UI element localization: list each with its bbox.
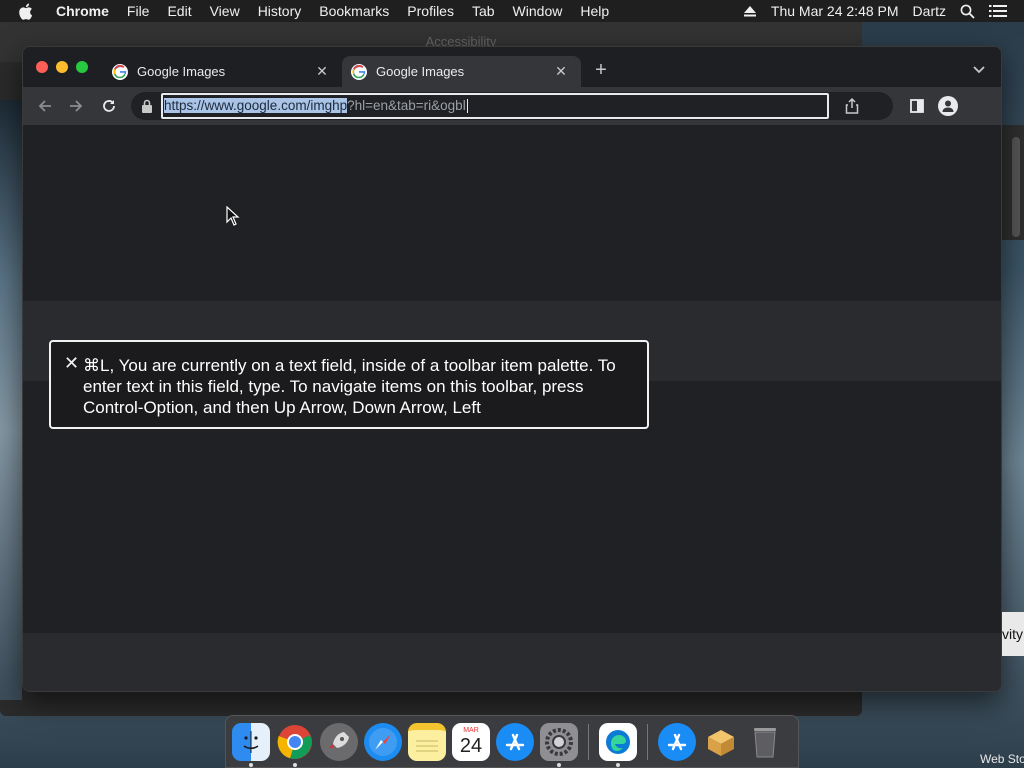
dock-notes[interactable] (408, 722, 446, 761)
voiceover-close-icon[interactable]: ✕ (64, 354, 79, 372)
side-panel-icon[interactable] (910, 99, 924, 113)
google-favicon-icon (112, 63, 128, 80)
dock-separator (588, 723, 589, 760)
chrome-icon (277, 724, 312, 759)
control-center-icon[interactable] (982, 4, 1014, 18)
menu-profiles[interactable]: Profiles (398, 0, 463, 22)
calendar-month: MAR (463, 727, 479, 734)
share-icon[interactable] (845, 98, 859, 114)
rocket-icon (329, 731, 349, 748)
content-band (23, 633, 1001, 691)
finder-icon (243, 730, 259, 753)
menu-file[interactable]: File (118, 0, 159, 22)
mouse-cursor-icon (226, 206, 240, 226)
google-favicon-icon (351, 63, 367, 80)
apple-menu-icon[interactable] (18, 3, 40, 20)
menu-history[interactable]: History (249, 0, 311, 22)
menu-bookmarks[interactable]: Bookmarks (310, 0, 398, 22)
tab-title: Google Images (137, 64, 226, 79)
menu-edit[interactable]: Edit (158, 0, 200, 22)
url-input[interactable]: https://www.google.com/imghp?hl=en&tab=r… (161, 93, 829, 119)
url-selected-text: https://www.google.com/imghp (164, 98, 348, 113)
tab-close-icon[interactable]: ✕ (314, 63, 330, 80)
running-indicator (557, 762, 561, 767)
voiceover-caption-panel: ✕ ⌘L, You are currently on a text field,… (49, 340, 649, 429)
gear-icon (545, 727, 573, 756)
edge-icon (606, 729, 630, 754)
address-bar[interactable]: https://www.google.com/imghp?hl=en&tab=r… (131, 92, 893, 120)
dock-launchpad[interactable] (320, 722, 358, 761)
profile-avatar-button[interactable] (938, 96, 958, 116)
spotlight-search-icon[interactable] (953, 4, 982, 19)
dock-app-store[interactable] (496, 722, 534, 761)
tab-google-images-1[interactable]: Google Images ✕ (103, 56, 342, 87)
tab-close-icon[interactable]: ✕ (553, 63, 569, 80)
tab-search-chevron-icon[interactable] (971, 61, 987, 77)
reload-button[interactable] (100, 97, 118, 115)
running-indicator (293, 762, 297, 767)
close-window-button[interactable] (36, 61, 48, 73)
dock-applications-folder[interactable] (658, 722, 696, 761)
minimize-window-button[interactable] (56, 61, 68, 73)
menu-bar: Chrome File Edit View History Bookmarks … (0, 0, 1024, 22)
running-indicator (616, 762, 620, 767)
calendar-day: 24 (459, 735, 483, 757)
browser-toolbar: https://www.google.com/imghp?hl=en&tab=r… (23, 87, 1001, 125)
background-window-label: vity (1002, 612, 1024, 656)
arrow-left-icon (38, 100, 51, 112)
dock-finder[interactable] (232, 722, 270, 767)
dock-chrome[interactable] (276, 723, 314, 767)
forward-button[interactable] (67, 97, 85, 115)
tab-title: Google Images (376, 64, 465, 79)
applications-icon (667, 733, 687, 750)
eject-icon[interactable] (736, 5, 764, 17)
menu-view[interactable]: View (201, 0, 249, 22)
reload-icon (103, 100, 115, 112)
dock: MAR 24 (225, 715, 799, 768)
new-tab-button[interactable]: + (591, 60, 611, 81)
dock-separator (647, 723, 648, 760)
url-remaining-text: ?hl=en&tab=ri&ogbl (347, 98, 466, 113)
menu-tab[interactable]: Tab (463, 0, 504, 22)
menu-app-chrome[interactable]: Chrome (50, 0, 118, 22)
text-caret (466, 99, 468, 114)
package-icon (708, 729, 734, 756)
notes-icon (416, 740, 438, 752)
app-store-icon (505, 733, 525, 750)
lock-icon[interactable] (141, 99, 153, 113)
dock-system-preferences[interactable] (540, 722, 578, 767)
running-indicator (249, 762, 253, 767)
menu-window[interactable]: Window (504, 0, 572, 22)
desktop-web-label: Web Sto (980, 752, 1024, 766)
zoom-window-button[interactable] (76, 61, 88, 73)
voiceover-caption-text: ⌘L, You are currently on a text field, i… (83, 356, 616, 417)
tab-strip: Google Images ✕ Google Images ✕ + (23, 47, 1001, 87)
dock-calendar[interactable]: MAR 24 (452, 722, 490, 761)
back-button[interactable] (36, 97, 54, 115)
menu-help[interactable]: Help (571, 0, 618, 22)
dock-downloads[interactable] (702, 723, 740, 761)
person-icon (942, 100, 954, 112)
menubar-clock[interactable]: Thu Mar 24 2:48 PM (764, 0, 906, 22)
trash-icon (754, 727, 776, 757)
desktop-wallpaper-strip (0, 100, 22, 700)
background-scrollbar[interactable] (1002, 125, 1024, 240)
tab-google-images-2[interactable]: Google Images ✕ (342, 56, 581, 87)
dock-trash[interactable] (746, 723, 784, 761)
arrow-right-icon (70, 100, 83, 112)
menubar-user[interactable]: Dartz (906, 0, 953, 22)
dock-safari[interactable] (364, 722, 402, 761)
scrollbar-thumb[interactable] (1012, 137, 1020, 237)
dock-edge[interactable] (599, 722, 637, 767)
compass-icon (369, 727, 397, 756)
